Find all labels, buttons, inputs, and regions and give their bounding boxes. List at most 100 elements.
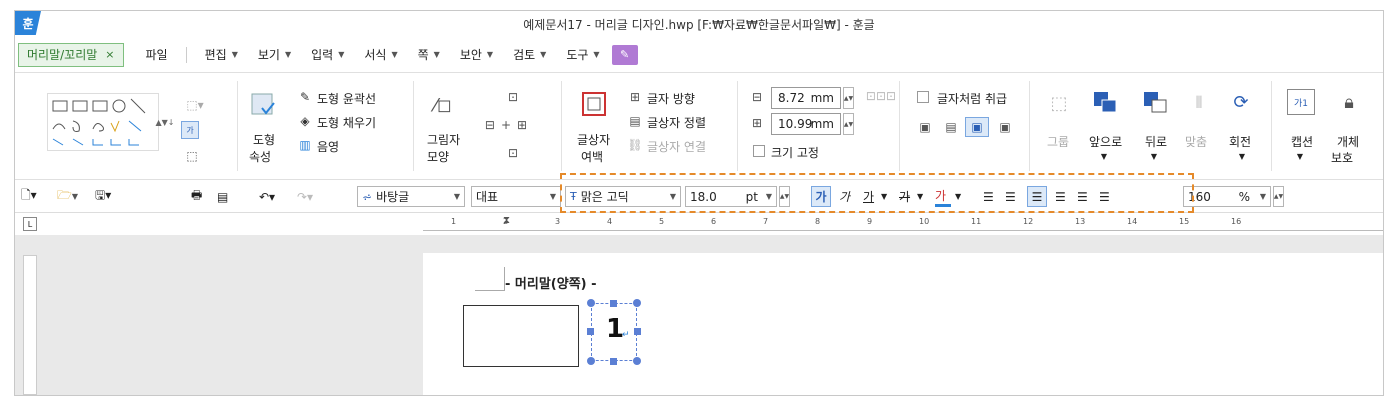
align-left-icon[interactable]: ☰ xyxy=(1005,186,1021,207)
pic-shape-label-1[interactable]: 그림자 xyxy=(427,131,460,148)
font-color-button[interactable]: 가 xyxy=(935,186,951,207)
align-right-icon[interactable]: ☰ xyxy=(1055,186,1071,207)
outline-button[interactable]: 도형 윤곽선 xyxy=(317,90,376,107)
resize-handle[interactable] xyxy=(587,328,594,335)
align-middle-icons[interactable]: ⊟+⊞ xyxy=(477,117,541,133)
caption-button[interactable]: 캡션 xyxy=(1291,133,1313,150)
header-box[interactable] xyxy=(463,305,579,367)
distribute-icon[interactable]: ☰ xyxy=(1077,186,1093,207)
bold-button[interactable]: 가 xyxy=(811,186,831,207)
textbox-icon[interactable]: 가 xyxy=(181,121,199,139)
menu-page[interactable]: 쪽 ▼ xyxy=(408,37,450,72)
menu-view[interactable]: 보기 ▼ xyxy=(248,37,301,72)
resize-handle[interactable] xyxy=(610,358,617,365)
menu-insert[interactable]: 입력 ▼ xyxy=(301,37,354,72)
resize-handle[interactable] xyxy=(587,357,595,365)
gallery-scroll-icon[interactable]: ▲▼↓ xyxy=(156,93,175,151)
save-icon[interactable]: 🖫▾ xyxy=(95,186,125,207)
font-size-spinner[interactable]: ▲▼ xyxy=(779,186,790,207)
divide-icon[interactable]: ☰ xyxy=(1099,186,1115,207)
align-top-icon[interactable]: ⊡ xyxy=(505,89,521,105)
textbox-link-button[interactable]: 글상자 연결 xyxy=(647,138,706,155)
protect-label-1[interactable]: 개체 xyxy=(1337,133,1359,150)
menu-file[interactable]: 파일 xyxy=(124,37,178,72)
strike-button[interactable]: 가 xyxy=(899,186,915,207)
wrap-top-bottom-icon[interactable]: ▤ xyxy=(941,119,961,135)
chevron-down-icon[interactable]: ▼ xyxy=(917,186,927,207)
align-bottom-icon[interactable]: ⊡ xyxy=(505,145,521,161)
bring-front-icon[interactable] xyxy=(1091,89,1119,115)
group-icon[interactable]: ⬚ xyxy=(1047,91,1071,115)
multi-select-icon[interactable]: ⬚ xyxy=(183,147,201,165)
select-object-icon[interactable]: ⬚▾ xyxy=(181,95,209,115)
language-select[interactable]: 대표 ▼ xyxy=(471,186,561,207)
menu-format[interactable]: 서식 ▼ xyxy=(354,37,407,72)
preview-icon[interactable]: ▤ xyxy=(217,186,233,207)
style-select[interactable]: ⩫ 바탕글 ▼ xyxy=(357,186,465,207)
italic-button[interactable]: 가 xyxy=(839,186,855,207)
chevron-down-icon[interactable]: ▼ xyxy=(881,186,891,207)
align-center-icon[interactable]: ☰ xyxy=(1027,186,1047,207)
text-align-button[interactable]: 글상자 정렬 xyxy=(647,114,706,131)
justify-icon[interactable]: ☰ xyxy=(983,186,999,207)
redo-icon[interactable]: ↷▾ xyxy=(297,186,327,207)
picture-shape-icon[interactable]: ⁄◻ xyxy=(429,91,457,119)
quick-action-icon[interactable]: ✎ xyxy=(611,44,638,65)
shadow-button[interactable]: 음영 xyxy=(317,138,339,155)
textbox-margin-label-1[interactable]: 글상자 xyxy=(577,131,610,148)
fill-button[interactable]: 도형 채우기 xyxy=(317,114,376,131)
protect-label-2[interactable]: 보호 xyxy=(1331,149,1353,166)
menu-security[interactable]: 보안 ▼ xyxy=(450,37,503,72)
new-doc-icon[interactable]: 🗋▾ xyxy=(21,186,51,207)
send-back-button[interactable]: 뒤로 xyxy=(1145,133,1167,150)
align-objects-button[interactable]: 맞춤 xyxy=(1185,133,1207,150)
send-back-icon[interactable] xyxy=(1141,89,1169,115)
menu-edit[interactable]: 편집 ▼ xyxy=(195,37,248,72)
chevron-down-icon[interactable]: ▼ xyxy=(1149,151,1159,161)
shape-gallery[interactable] xyxy=(47,93,159,151)
chevron-down-icon[interactable]: ▼ xyxy=(1295,151,1305,161)
chevron-down-icon[interactable]: ▼ xyxy=(1237,151,1247,161)
tab-type-icon[interactable]: L xyxy=(23,217,37,231)
tab-header-footer[interactable]: 머리말/꼬리말 × xyxy=(18,42,124,67)
width-spinner[interactable]: ▲▼ xyxy=(843,87,854,109)
rotate-button[interactable]: 회전 xyxy=(1229,133,1251,150)
size-lock-icons[interactable]: ⊡⊡⊡ xyxy=(866,89,896,149)
undo-icon[interactable]: ↶▾ xyxy=(259,186,289,207)
horizontal-ruler[interactable]: 1 2 3 4 5 6 7 8 9 10 11 12 13 14 15 16 ⧗ xyxy=(423,215,1383,231)
fix-size-checkbox[interactable] xyxy=(753,145,765,157)
zoom-input[interactable]: 160 % ▼ xyxy=(1183,186,1271,207)
vertical-ruler[interactable] xyxy=(23,255,37,395)
page[interactable]: - 머리말(양쪽) - 1 ↵ xyxy=(423,253,1383,395)
text-direction-button[interactable]: 글자 방향 xyxy=(647,90,695,107)
resize-handle[interactable] xyxy=(633,299,641,307)
wrap-behind-icon[interactable]: ▣ xyxy=(965,117,989,137)
font-select[interactable]: Ŧ 맑은 고딕 ▼ xyxy=(565,186,681,207)
caption-icon[interactable]: 가1 xyxy=(1287,89,1315,115)
group-button[interactable]: 그룹 xyxy=(1047,133,1069,150)
menu-review[interactable]: 검토 ▼ xyxy=(503,37,556,72)
treat-as-char-checkbox[interactable] xyxy=(917,91,929,103)
rotate-icon[interactable]: ⟳ xyxy=(1229,89,1253,115)
page-number-box[interactable]: 1 ↵ xyxy=(591,303,637,361)
shape-props-icon[interactable] xyxy=(249,91,277,119)
indent-marker-icon[interactable]: ⧗ xyxy=(503,215,510,226)
chevron-down-icon[interactable]: ▼ xyxy=(955,186,965,207)
resize-handle[interactable] xyxy=(587,299,595,307)
zoom-spinner[interactable]: ▲▼ xyxy=(1273,186,1284,207)
open-folder-icon[interactable]: 🗁 ▼ xyxy=(57,186,89,207)
resize-handle[interactable] xyxy=(634,328,641,335)
resize-handle[interactable] xyxy=(610,300,617,307)
menu-tools[interactable]: 도구 ▼ xyxy=(556,37,609,72)
pic-shape-label-2[interactable]: 모양 xyxy=(427,148,449,165)
font-size-input[interactable]: 18.0 pt ▼ xyxy=(685,186,777,207)
textbox-margin-icon[interactable] xyxy=(581,91,607,117)
lock-icon[interactable]: 🔒︎ xyxy=(1335,89,1363,115)
print-icon[interactable]: 🖶 xyxy=(191,186,207,207)
width-input[interactable]: 8.72 mm xyxy=(771,87,841,109)
align-objects-icon[interactable]: ⫴ xyxy=(1187,91,1211,115)
shape-props-label-1[interactable]: 도형 xyxy=(253,131,275,148)
textbox-margin-label-2[interactable]: 여백 xyxy=(581,148,603,165)
height-spinner[interactable]: ▲▼ xyxy=(843,113,854,135)
bring-front-button[interactable]: 앞으로 xyxy=(1089,133,1122,150)
